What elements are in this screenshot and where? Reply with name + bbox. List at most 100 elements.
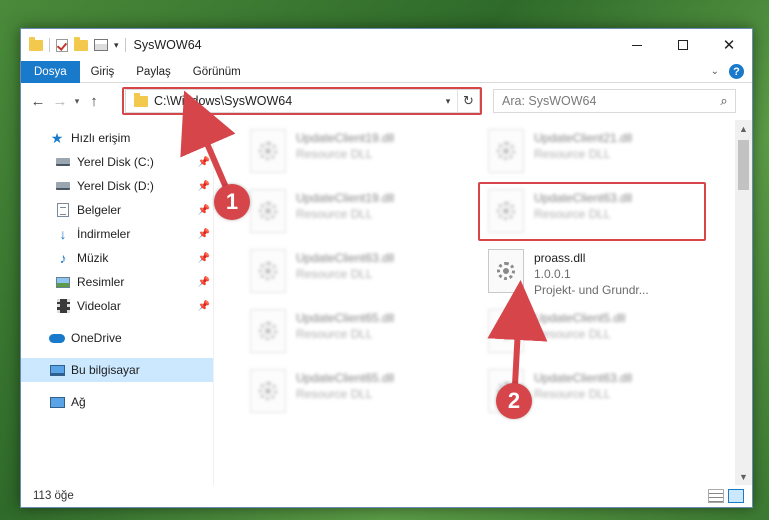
gear-icon: [497, 322, 515, 340]
videos-icon: [55, 298, 71, 314]
tab-home[interactable]: Giriş: [80, 61, 126, 83]
gear-icon: [497, 202, 515, 220]
close-button[interactable]: ✕: [706, 29, 752, 61]
sidebar-item-videos[interactable]: Videolar 📌: [21, 294, 214, 318]
file-tile[interactable]: UpdateClient19.dll Resource DLL: [242, 184, 468, 238]
refresh-icon[interactable]: ↻: [457, 90, 479, 112]
sidebar-item-label: İndirmeler: [77, 227, 131, 241]
content-area: ★ Hızlı erişim Yerel Disk (C:) 📌 Yerel D…: [21, 120, 752, 485]
sidebar-item-documents[interactable]: Belgeler 📌: [21, 198, 214, 222]
sidebar-item-label: Hızlı erişim: [71, 131, 131, 145]
properties-check-icon[interactable]: [56, 38, 68, 52]
scrollbar-thumb[interactable]: [738, 140, 749, 190]
sidebar-item-pictures[interactable]: Resimler 📌: [21, 270, 214, 294]
file-tile-proass-dll[interactable]: proass.dll 1.0.0.1 Projekt- und Grundr..…: [480, 244, 706, 298]
gear-icon: [497, 262, 515, 280]
forward-button[interactable]: →: [49, 90, 71, 112]
file-name: UpdateClient21.dll: [534, 131, 633, 145]
star-icon: ★: [50, 129, 64, 146]
step-badge-1: 1: [214, 184, 250, 220]
tab-share[interactable]: Paylaş: [125, 61, 182, 83]
pin-icon[interactable]: 📌: [198, 253, 210, 264]
up-button[interactable]: ↑: [83, 90, 105, 112]
file-tile[interactable]: UpdateClient5.dll Resource DLL: [480, 304, 706, 358]
pin-icon[interactable]: 📌: [198, 301, 210, 312]
tab-file[interactable]: Dosya: [21, 60, 80, 83]
downloads-icon: ↓: [59, 226, 67, 242]
file-name: UpdateClient63.dll: [534, 191, 633, 205]
minimize-icon: [632, 44, 642, 46]
pin-icon[interactable]: 📌: [198, 157, 210, 168]
documents-icon: [55, 202, 71, 218]
customize-toolbar-icon[interactable]: ▾: [114, 40, 119, 51]
onedrive-icon: [49, 330, 65, 346]
explorer-window: ▾ SysWOW64 ✕ Dosya Giriş Paylaş Görünüm …: [20, 28, 753, 508]
gear-icon: [259, 382, 277, 400]
minimize-button[interactable]: [614, 29, 660, 61]
sidebar-item-local-disk-d[interactable]: Yerel Disk (D:) 📌: [21, 174, 214, 198]
sidebar-item-this-pc[interactable]: Bu bilgisayar: [21, 358, 214, 382]
search-input[interactable]: [502, 94, 713, 108]
folder-icon[interactable]: [29, 36, 43, 51]
scroll-down-icon[interactable]: ▼: [735, 468, 752, 485]
file-name: UpdateClient19.dll: [296, 191, 395, 205]
sidebar-item-onedrive[interactable]: OneDrive: [21, 326, 214, 350]
pin-icon[interactable]: 📌: [198, 181, 210, 192]
scroll-up-icon[interactable]: ▲: [735, 120, 752, 137]
search-icon[interactable]: ⌕: [713, 93, 735, 109]
properties-icon[interactable]: [94, 39, 108, 51]
file-description: Resource DLL: [296, 387, 373, 401]
tiles-view-icon[interactable]: [728, 489, 744, 503]
sidebar-item-local-disk-c[interactable]: Yerel Disk (C:) 📌: [21, 150, 214, 174]
computer-icon: [49, 362, 65, 378]
expand-ribbon-icon[interactable]: ⌄: [711, 66, 719, 77]
file-tile[interactable]: UpdateClient63.dll Resource DLL: [480, 184, 706, 238]
window-controls: ✕: [614, 29, 752, 61]
file-tile[interactable]: UpdateClient19.dll Resource DLL: [242, 124, 468, 178]
file-tile[interactable]: UpdateClient65.dll Resource DLL: [242, 364, 468, 418]
gear-icon: [259, 262, 277, 280]
folder-icon: [134, 92, 148, 107]
file-description: Resource DLL: [534, 327, 611, 341]
file-name: UpdateClient65.dll: [296, 371, 395, 385]
file-tile[interactable]: UpdateClient21.dll Resource DLL: [480, 124, 706, 178]
network-icon: [49, 394, 65, 410]
address-bar[interactable]: C:\Windows\SysWOW64 ▾ ↻: [125, 89, 480, 113]
file-name: UpdateClient5.dll: [534, 311, 626, 325]
search-box[interactable]: ⌕: [493, 89, 736, 113]
view-buttons: [708, 489, 744, 503]
file-tile[interactable]: UpdateClient63.dll Resource DLL: [242, 244, 468, 298]
file-description: Resource DLL: [296, 207, 373, 221]
pin-icon[interactable]: 📌: [198, 229, 210, 240]
toolbar-separator: [49, 38, 50, 52]
tab-view[interactable]: Görünüm: [182, 61, 252, 83]
help-icon[interactable]: ?: [729, 64, 744, 79]
pin-icon[interactable]: 📌: [198, 205, 210, 216]
back-button[interactable]: ←: [27, 90, 49, 112]
file-tile[interactable]: UpdateClient65.dll Resource DLL: [242, 304, 468, 358]
file-version: 1.0.0.1: [534, 267, 571, 281]
window-title: SysWOW64: [133, 38, 202, 52]
sidebar-item-network[interactable]: Ağ: [21, 390, 214, 414]
item-count: 113 öğe: [33, 490, 74, 502]
sidebar-item-downloads[interactable]: ↓ İndirmeler 📌: [21, 222, 214, 246]
file-name: proass.dll: [534, 251, 586, 265]
pin-icon[interactable]: 📌: [198, 277, 210, 288]
file-description: Resource DLL: [296, 327, 373, 341]
address-path[interactable]: C:\Windows\SysWOW64: [154, 94, 439, 108]
recent-locations-icon[interactable]: ▾: [71, 90, 83, 112]
sidebar-item-music[interactable]: ♪ Müzik 📌: [21, 246, 214, 270]
details-view-icon[interactable]: [708, 489, 724, 503]
new-folder-icon[interactable]: [74, 36, 88, 51]
gear-icon: [497, 142, 515, 160]
sidebar-item-label: Ağ: [71, 395, 86, 409]
maximize-button[interactable]: [660, 29, 706, 61]
vertical-scrollbar[interactable]: ▲ ▼: [735, 120, 752, 485]
sidebar-item-label: Bu bilgisayar: [71, 363, 140, 377]
sidebar-item-quick-access[interactable]: ★ Hızlı erişim: [21, 126, 214, 150]
address-dropdown-icon[interactable]: ▾: [439, 96, 457, 107]
music-icon: ♪: [59, 250, 67, 266]
dll-file-icon: [488, 129, 524, 173]
